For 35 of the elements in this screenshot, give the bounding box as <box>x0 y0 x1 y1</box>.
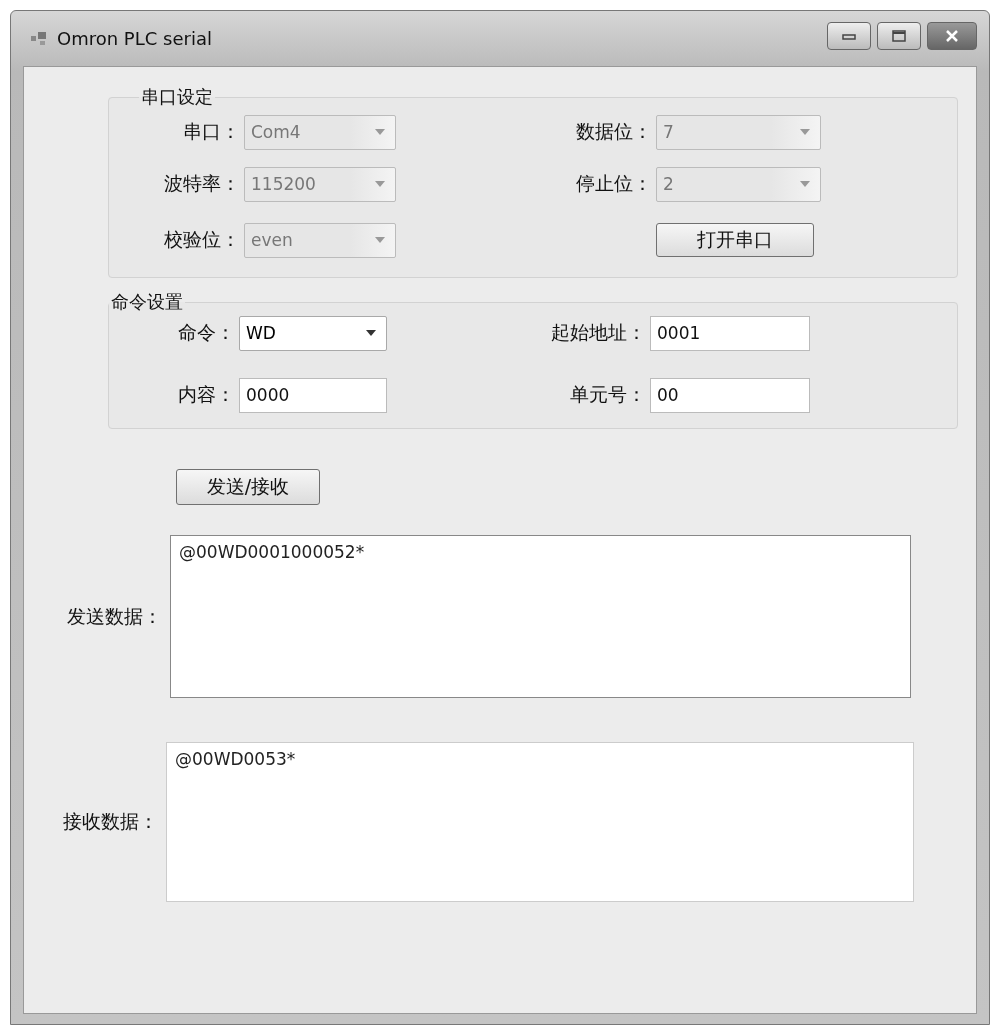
caret-icon <box>800 129 810 135</box>
field-label: 停止位： <box>575 171 653 196</box>
close-icon <box>945 29 959 42</box>
caret-icon <box>375 181 385 187</box>
maximize-button[interactable] <box>877 21 921 50</box>
text-area[interactable]: @00WD0001000052* <box>170 535 911 698</box>
field-label: 数据位： <box>575 119 653 144</box>
field-label: 接收数据： <box>62 809 159 834</box>
group-title: 命令设置 <box>110 290 184 314</box>
field-label: 内容： <box>177 382 236 407</box>
close-button[interactable] <box>927 21 977 50</box>
caret-icon <box>800 181 810 187</box>
app-icon <box>31 31 47 46</box>
field-label: 串口： <box>182 119 241 144</box>
caret-icon <box>366 330 376 336</box>
group-title: 串口设定 <box>140 85 214 109</box>
field-label: 命令： <box>177 320 236 345</box>
field-label: 起始地址： <box>550 320 647 345</box>
field-label: 波特率： <box>163 171 241 196</box>
caret-icon <box>375 237 385 243</box>
field-label: 发送数据： <box>66 603 163 629</box>
input-field[interactable]: 00 <box>650 377 810 413</box>
field-label: 单元号： <box>569 382 647 407</box>
dropdown[interactable]: WD <box>239 315 387 351</box>
send-receive-button[interactable]: 发送/接收 <box>176 469 320 505</box>
input-field[interactable]: 0000 <box>239 377 387 413</box>
open-port-button[interactable]: 打开串口 <box>656 223 814 257</box>
minimize-icon <box>842 31 856 40</box>
text-area[interactable]: @00WD0053* <box>166 742 914 902</box>
input-field[interactable]: 0001 <box>650 315 810 351</box>
field-label: 校验位： <box>163 227 241 252</box>
maximize-icon <box>892 29 906 42</box>
window-title: Omron PLC serial <box>57 28 212 49</box>
minimize-button[interactable] <box>827 21 871 50</box>
caret-icon <box>375 129 385 135</box>
